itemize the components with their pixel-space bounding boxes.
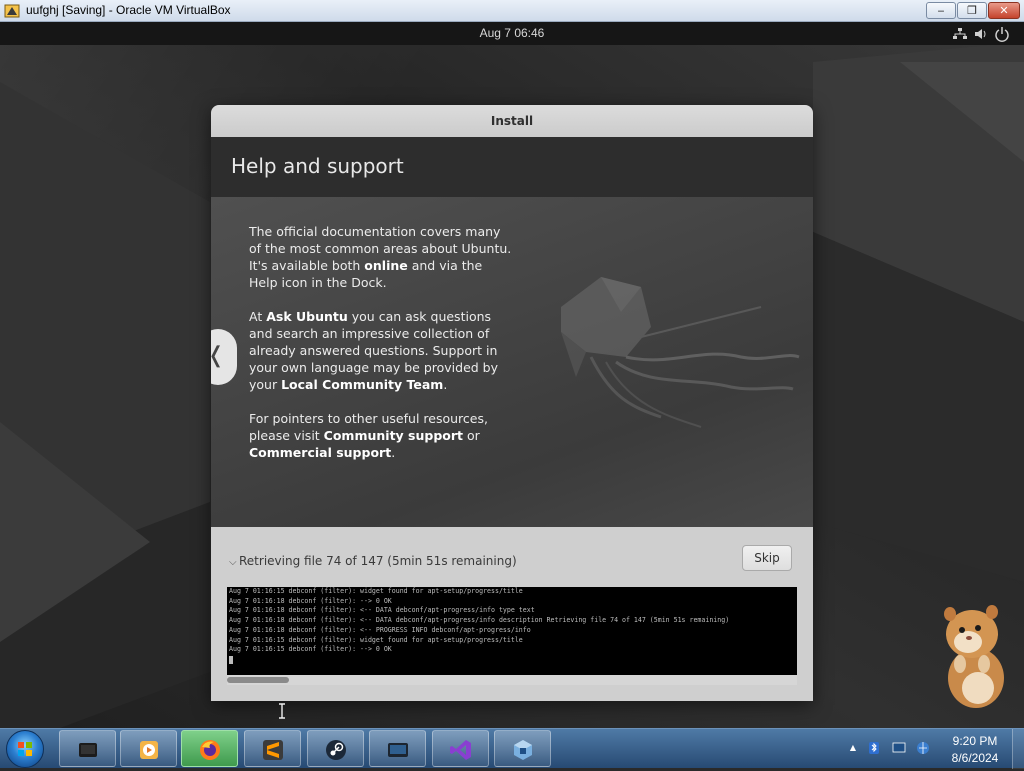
- terminal-log-line: Aug 7 01:16:18 debconf (filter): <-- DAT…: [229, 606, 535, 615]
- slide-text-run: .: [391, 445, 396, 460]
- slide-link-text[interactable]: Local Community Team: [281, 377, 443, 392]
- slide-text-run: .: [443, 377, 448, 392]
- slide-text-run: or: [463, 428, 480, 443]
- slide-text: The official documentation covers many o…: [249, 223, 514, 478]
- windows-logo-icon: [18, 742, 32, 756]
- slide-paragraph: The official documentation covers many o…: [249, 223, 514, 291]
- slide-link-text[interactable]: online: [364, 258, 407, 273]
- chevron-down-icon[interactable]: ⌵: [229, 557, 239, 568]
- virtualbox-app-icon: [4, 4, 20, 18]
- install-log-terminal[interactable]: Aug 7 01:16:15 debconf (filter): widget …: [227, 587, 797, 675]
- show-hidden-icons-button[interactable]: ▲: [846, 741, 860, 755]
- terminal-scrollbar[interactable]: [227, 675, 797, 685]
- terminal-cursor: [229, 655, 233, 664]
- minimize-button[interactable]: ‒: [926, 2, 956, 19]
- show-desktop-button[interactable]: [1012, 729, 1024, 769]
- steam-icon: [326, 740, 346, 760]
- display-tray-icon[interactable]: [892, 741, 906, 755]
- terminal-log-line: Aug 7 01:16:15 debconf (filter): widget …: [229, 587, 523, 595]
- window-title: uufghj [Saving] - Oracle VM VirtualBox: [26, 3, 231, 17]
- visual-studio-icon: [450, 740, 471, 760]
- media-player-icon: [140, 741, 158, 759]
- sublime-text-icon: [263, 740, 283, 760]
- slide-header: Help and support: [211, 137, 813, 197]
- guest-display[interactable]: Aug 7 06:46 Install Help and support The…: [0, 22, 1024, 728]
- firefox-icon: [200, 740, 220, 760]
- topbar-clock[interactable]: Aug 7 06:46: [0, 26, 1024, 40]
- slide-link-text[interactable]: Community support: [324, 428, 463, 443]
- terminal-log-line: Aug 7 01:16:18 debconf (filter): --> 0 O…: [229, 596, 392, 605]
- taskbar-app-virtualbox-vm[interactable]: [59, 730, 116, 767]
- slide-paragraph: For pointers to other useful resources, …: [249, 410, 514, 461]
- progress-status-text: Retrieving file 74 of 147 (5min 51s rema…: [239, 554, 517, 568]
- gnome-top-bar: Aug 7 06:46: [0, 22, 1024, 45]
- install-window-title: Install: [211, 105, 813, 137]
- volume-icon[interactable]: [973, 26, 989, 42]
- taskbar-app-media-player[interactable]: [120, 730, 177, 767]
- terminal-log-line: Aug 7 01:16:18 debconf (filter): <-- PRO…: [229, 625, 531, 634]
- vbox-title-bar[interactable]: uufghj [Saving] - Oracle VM VirtualBox ‒…: [0, 0, 1024, 22]
- previous-slide-button[interactable]: ❬: [211, 329, 237, 385]
- taskbar-app-sublime[interactable]: [244, 730, 301, 767]
- remote-display-icon: [388, 743, 408, 757]
- taskbar-clock-time[interactable]: 9:20 PM: [950, 734, 1000, 748]
- jellyfish-illustration: [561, 277, 800, 428]
- install-window: Install Help and support The official do…: [211, 105, 813, 701]
- network-tray-icon[interactable]: [916, 741, 930, 755]
- slide-body: The official documentation covers many o…: [211, 197, 813, 527]
- skip-button[interactable]: Skip: [742, 545, 792, 571]
- network-icon[interactable]: [952, 26, 968, 42]
- start-button[interactable]: [6, 730, 44, 768]
- vm-screen-icon: [79, 743, 97, 757]
- restore-button[interactable]: ❐: [957, 2, 987, 19]
- terminal-scrollbar-thumb[interactable]: [227, 677, 289, 683]
- taskbar-clock-date[interactable]: 8/6/2024: [945, 751, 1005, 765]
- virtualbox-icon: [514, 740, 532, 760]
- slide-link-text[interactable]: Ask Ubuntu: [266, 309, 348, 324]
- terminal-log-line: Aug 7 01:16:18 debconf (filter): <-- DAT…: [229, 616, 730, 625]
- slide-text-run: At: [249, 309, 267, 324]
- mouse-text-cursor: [279, 703, 285, 719]
- slide-title: Help and support: [231, 154, 404, 178]
- taskbar-app-firefox[interactable]: [181, 730, 238, 767]
- power-icon[interactable]: [994, 26, 1010, 42]
- taskbar-app-steam[interactable]: [307, 730, 364, 767]
- taskbar-app-remote-display[interactable]: [369, 730, 426, 767]
- progress-toggle[interactable]: ⌵ Retrieving file 74 of 147 (5min 51s rem…: [229, 554, 517, 568]
- terminal-log-line: Aug 7 01:16:15 debconf (filter): widget …: [229, 635, 523, 644]
- terminal-lines: Aug 7 01:16:15 debconf (filter): widget …: [227, 587, 797, 655]
- taskbar-app-visual-studio[interactable]: [432, 730, 489, 767]
- terminal-log-line: Aug 7 01:16:15 debconf (filter): --> 0 O…: [229, 645, 392, 654]
- close-button[interactable]: ✕: [988, 2, 1020, 19]
- bluetooth-tray-icon[interactable]: [867, 741, 881, 755]
- hamster-mascot-image[interactable]: [938, 600, 1008, 708]
- taskbar-app-virtualbox-manager[interactable]: [494, 730, 551, 767]
- windows-taskbar: ▲ 9:20 PM 8/6/2024: [0, 728, 1024, 769]
- slide-paragraph: At Ask Ubuntu you can ask questions and …: [249, 308, 514, 393]
- progress-area: ⌵ Retrieving file 74 of 147 (5min 51s rem…: [211, 527, 813, 701]
- slide-link-text[interactable]: Commercial support: [249, 445, 391, 460]
